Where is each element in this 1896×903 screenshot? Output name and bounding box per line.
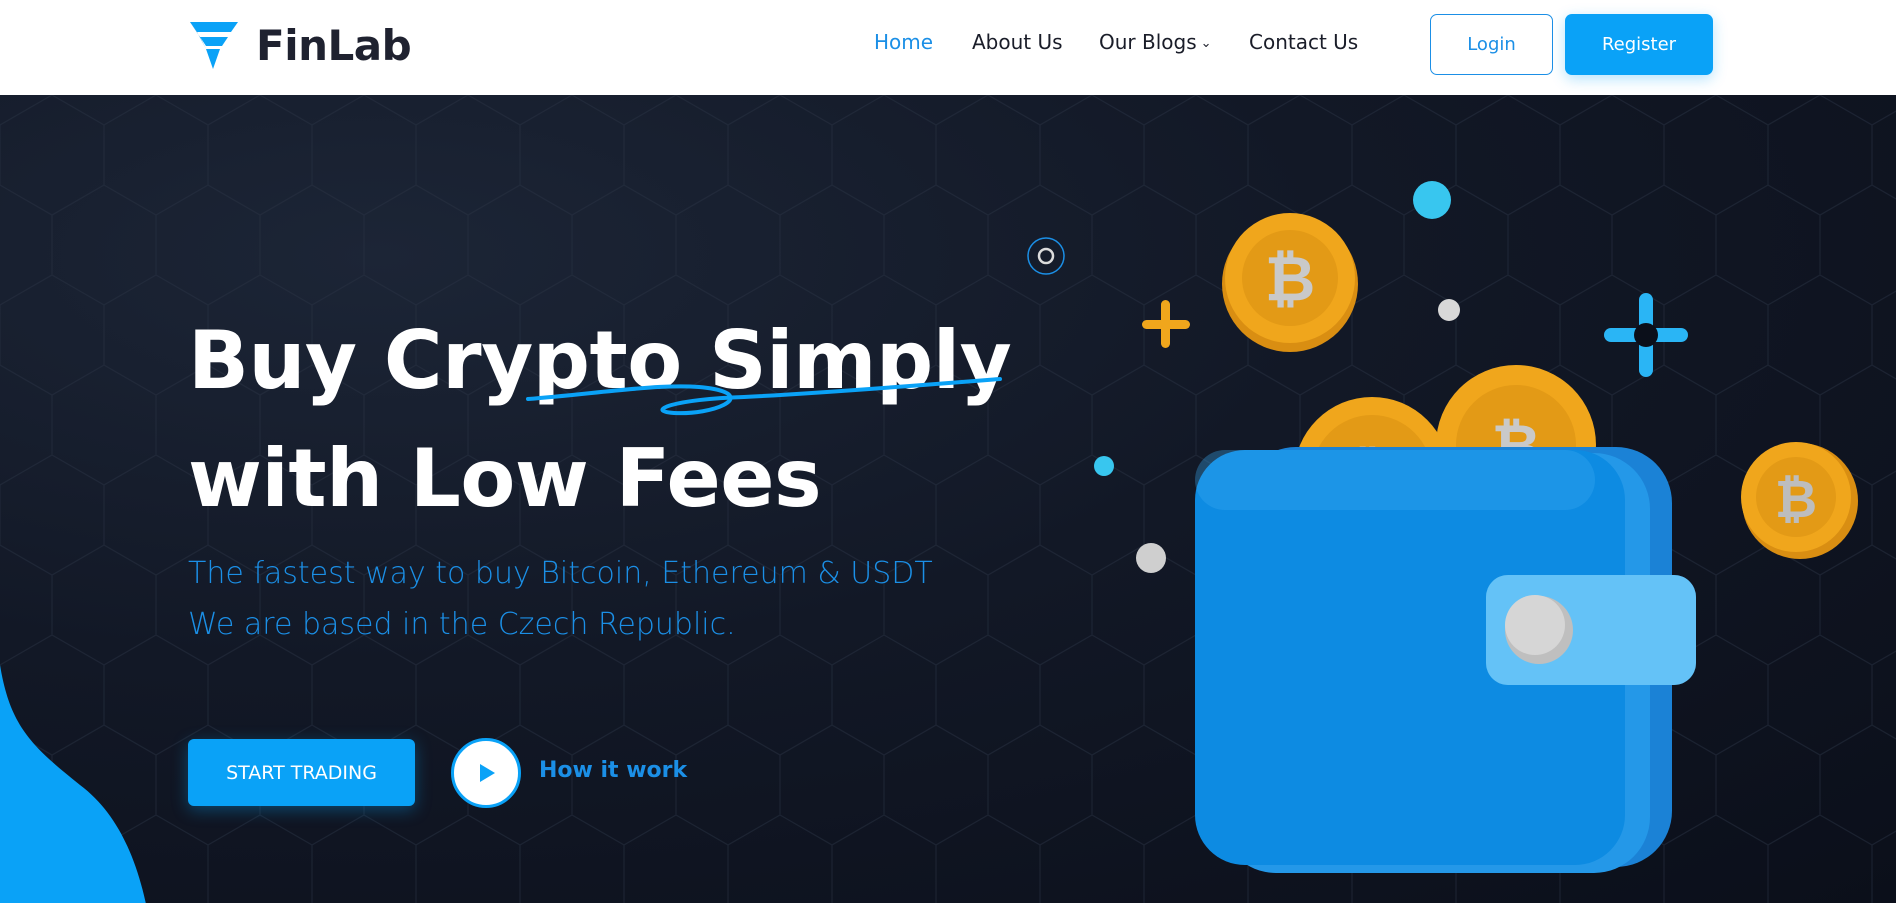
hero-section: ₿ ₿ ₿ ₿ Buy Crypto Si	[0, 95, 1896, 903]
nav-item-about[interactable]: About Us	[972, 30, 1063, 54]
nav-item-blogs-label: Our Blogs	[1099, 30, 1197, 54]
cursor-indicator	[1027, 237, 1065, 275]
nav-item-blogs[interactable]: Our Blogs ⌄	[1099, 30, 1212, 54]
logo-icon	[188, 19, 240, 71]
register-button[interactable]: Register	[1565, 14, 1713, 75]
bitcoin-coin-icon: ₿	[1222, 213, 1358, 352]
hero-subtitle: The fastest way to buy Bitcoin, Ethereum…	[188, 548, 933, 650]
login-button[interactable]: Login	[1430, 14, 1553, 75]
logo-text: FinLab	[256, 20, 412, 70]
play-icon	[480, 764, 495, 782]
sparkle-icon	[1142, 300, 1190, 348]
chevron-down-icon: ⌄	[1200, 36, 1212, 51]
how-it-work-link[interactable]: How it work	[539, 758, 687, 783]
play-video-button[interactable]	[451, 738, 521, 808]
nav-item-contact[interactable]: Contact Us	[1249, 30, 1358, 54]
logo[interactable]: FinLab	[188, 18, 412, 72]
svg-text:₿: ₿	[1775, 470, 1817, 530]
subtitle-line-1: The fastest way to buy Bitcoin, Ethereum…	[188, 556, 933, 591]
headline-underline	[526, 377, 1002, 416]
wallet-illustration	[1195, 447, 1696, 873]
headline-line-2: with Low Fees	[188, 432, 822, 525]
start-trading-button[interactable]: START TRADING	[188, 739, 415, 806]
subtitle-line-2: We are based in the Czech Republic.	[188, 607, 736, 642]
nav-item-home[interactable]: Home	[874, 30, 933, 54]
svg-text:₿: ₿	[1265, 242, 1316, 315]
site-header: FinLab Home About Us Our Blogs ⌄ Contact …	[0, 0, 1896, 95]
